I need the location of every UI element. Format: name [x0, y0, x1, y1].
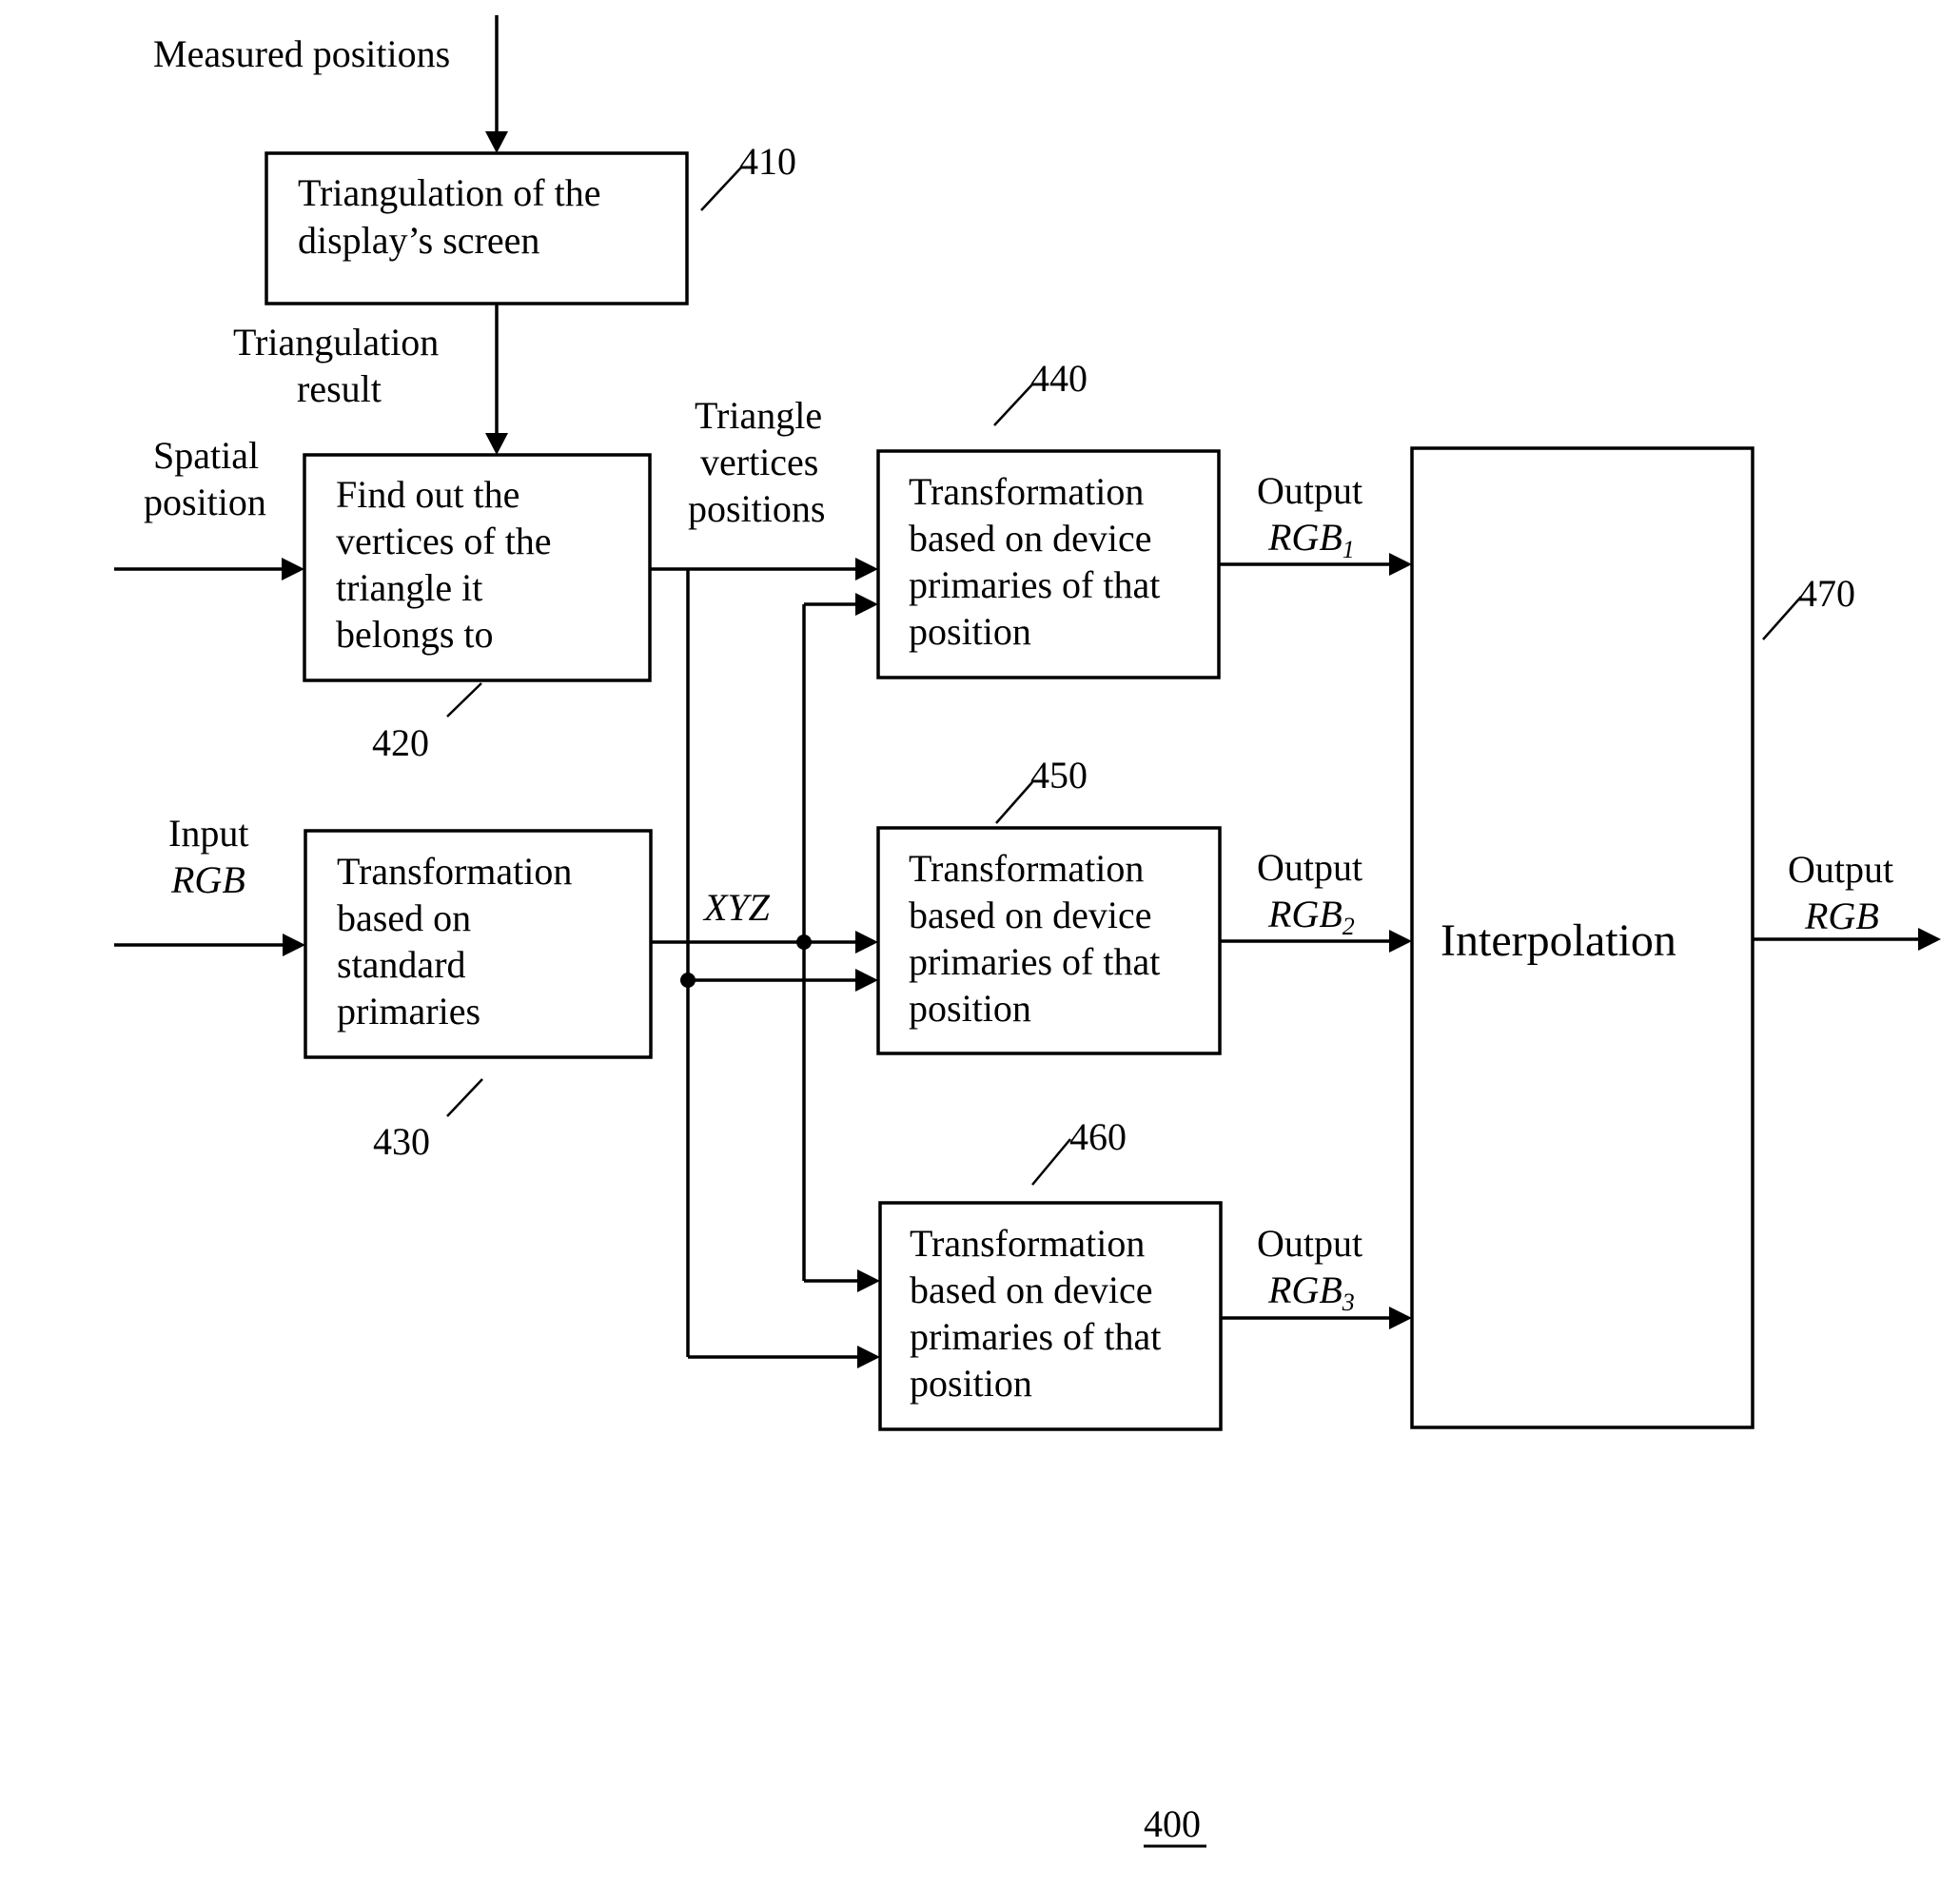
label-triangulation-result-1: Triangulation: [233, 321, 439, 364]
arrowhead-vertices-to-460: [857, 1346, 880, 1368]
ref-410: 410: [739, 140, 796, 183]
block-440-line-4: position: [909, 610, 1031, 653]
block-410-line-1: Triangulation of the: [298, 171, 601, 214]
label-output-rgb1-main: RGB: [1267, 516, 1343, 559]
block-460: Transformation based on device primaries…: [878, 1201, 1223, 1431]
label-triangulation-result-2: result: [297, 367, 382, 410]
block-450-line-4: position: [909, 987, 1031, 1030]
ref-450: 450: [1030, 754, 1088, 796]
block-430-line-2: based on: [337, 896, 471, 939]
block-440: Transformation based on device primaries…: [876, 449, 1221, 679]
ref-440: 440: [1030, 357, 1088, 400]
block-440-line-2: based on device: [909, 517, 1151, 560]
label-output-rgb-1: Output: [1788, 848, 1893, 891]
block-410-line-2: display’s screen: [298, 219, 539, 262]
block-420-line-2: vertices of the: [336, 520, 552, 562]
block-450-line-1: Transformation: [909, 847, 1144, 890]
arrowhead-vertices-to-450: [855, 969, 878, 992]
block-440-line-3: primaries of that: [909, 563, 1160, 606]
arrowhead-output-rgb2: [1389, 930, 1412, 953]
leader-420: [446, 682, 482, 718]
leader-460: [1031, 1138, 1071, 1186]
arrowhead-vertices-to-440: [855, 558, 878, 580]
block-470: Interpolation: [1410, 446, 1754, 1429]
arrowhead-measured-positions: [485, 131, 508, 153]
block-420-line-4: belongs to: [336, 613, 494, 656]
label-output-rgb2-2: RGB2: [1267, 893, 1355, 940]
block-460-line-2: based on device: [910, 1268, 1152, 1311]
block-470-label: Interpolation: [1441, 915, 1676, 966]
label-input-rgb-2: RGB: [170, 858, 245, 901]
label-measured-positions: Measured positions: [153, 32, 450, 75]
arrowhead-output-rgb: [1918, 928, 1941, 951]
block-460-line-4: position: [910, 1362, 1032, 1405]
arrowhead-spatial-position: [282, 558, 304, 580]
block-450-line-3: primaries of that: [909, 940, 1160, 983]
block-diagram: Triangulation of the display’s screen Fi…: [114, 15, 1941, 1848]
block-460-line-3: primaries of that: [910, 1315, 1161, 1358]
label-output-rgb1-1: Output: [1257, 469, 1362, 512]
label-output-rgb1-sub: 1: [1343, 536, 1355, 563]
arrowhead-xyz-to-440: [855, 593, 878, 616]
label-output-rgb2-main: RGB: [1267, 893, 1343, 935]
block-430-line-3: standard: [337, 943, 466, 986]
ref-460: 460: [1069, 1115, 1127, 1158]
leader-470: [1762, 596, 1802, 640]
label-output-rgb3-main: RGB: [1267, 1268, 1343, 1311]
block-440-line-1: Transformation: [909, 470, 1144, 513]
block-460-line-1: Transformation: [910, 1222, 1145, 1265]
label-output-rgb2-1: Output: [1257, 846, 1362, 889]
label-output-rgb3-2: RGB3: [1267, 1268, 1355, 1316]
ref-470: 470: [1798, 572, 1855, 615]
block-450: Transformation based on device primaries…: [876, 826, 1222, 1055]
label-xyz: XYZ: [702, 886, 771, 929]
block-420: Find out the vertices of the triangle it…: [303, 453, 652, 682]
block-450-line-2: based on device: [909, 894, 1151, 936]
ref-430: 430: [373, 1120, 430, 1163]
arrowhead-xyz-to-460: [857, 1269, 880, 1292]
figure-number: 400: [1144, 1802, 1201, 1845]
block-410: Triangulation of the display’s screen: [265, 151, 689, 305]
arrowhead-output-rgb3: [1389, 1307, 1412, 1329]
block-420-line-3: triangle it: [336, 566, 482, 609]
leader-450: [995, 781, 1033, 824]
arrowhead-triangulation-result: [485, 433, 508, 455]
leader-430: [446, 1078, 483, 1117]
label-triangle-vertices-1: Triangle: [695, 394, 822, 437]
block-430-line-4: primaries: [337, 990, 480, 1032]
label-triangle-vertices-2: vertices: [700, 441, 818, 483]
junction-xyz: [796, 934, 812, 950]
arrowhead-xyz-to-450: [855, 931, 878, 954]
block-420-line-1: Find out the: [336, 473, 519, 516]
leader-410: [700, 167, 742, 211]
block-430: Transformation based on standard primari…: [304, 829, 653, 1059]
arrowhead-output-rgb1: [1389, 553, 1412, 576]
label-output-rgb3-sub: 3: [1342, 1288, 1355, 1316]
block-430-line-1: Transformation: [337, 850, 572, 893]
label-output-rgb1-2: RGB1: [1267, 516, 1355, 563]
label-spatial-position-2: position: [144, 481, 266, 523]
label-output-rgb-2: RGB: [1804, 895, 1879, 937]
ref-420: 420: [372, 721, 429, 764]
arrowhead-input-rgb: [283, 934, 305, 956]
label-output-rgb2-sub: 2: [1343, 913, 1355, 940]
label-spatial-position-1: Spatial: [153, 434, 259, 477]
label-triangle-vertices-3: positions: [688, 487, 825, 530]
label-output-rgb3-1: Output: [1257, 1222, 1362, 1265]
label-input-rgb-1: Input: [168, 812, 248, 855]
leader-440: [993, 384, 1033, 426]
